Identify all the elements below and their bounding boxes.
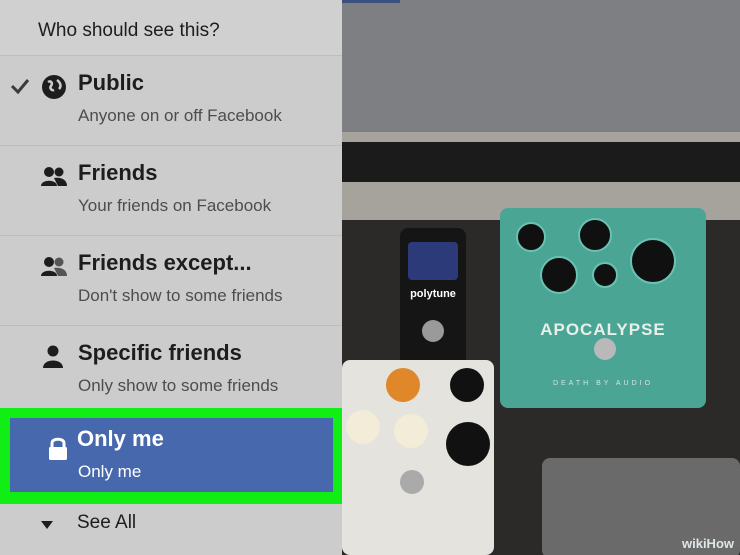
option-label: Public — [78, 70, 145, 95]
apocalypse-pedal: APOCALYPSE DEATH BY AUDIO — [500, 208, 706, 408]
globe-icon — [42, 75, 66, 99]
highlight-frame: Only me Only me — [0, 408, 342, 504]
pedal-knob — [386, 368, 420, 402]
pedal-knob — [592, 262, 618, 288]
pedal-knob — [446, 422, 490, 466]
pedal-knob — [540, 256, 578, 294]
pedal-knob — [516, 222, 546, 252]
pedal-knob — [630, 238, 676, 284]
option-label: Friends except... — [78, 250, 252, 275]
caret-down-icon — [41, 521, 53, 529]
option-description: Only me — [78, 462, 142, 481]
option-friends-except[interactable]: Friends except... Don't show to some fri… — [0, 235, 342, 325]
option-label: Friends — [78, 160, 158, 185]
option-friends[interactable]: Friends Your friends on Facebook — [0, 145, 342, 235]
see-all-button[interactable]: See All — [0, 504, 342, 555]
pedal-knob — [394, 414, 428, 448]
pedal-knob — [578, 218, 612, 252]
pedal-knob — [346, 410, 380, 444]
pedal-maker: DEATH BY AUDIO — [552, 380, 654, 387]
nav-accent — [342, 0, 400, 3]
wikihow-watermark: wikiHow — [681, 536, 734, 551]
menu-header: Who should see this? — [0, 0, 342, 55]
option-only-me[interactable]: Only me Only me — [10, 418, 333, 492]
guitar-pedals-photo: polytune APOCALYPSE DEATH BY AUDIO wikiH… — [342, 132, 740, 555]
lock-icon — [49, 437, 67, 460]
pedal-name: APOCALYPSE — [540, 320, 666, 339]
white-pedal — [342, 360, 494, 555]
menu-title: Who should see this? — [38, 20, 220, 41]
see-all-label: See All — [77, 512, 137, 533]
pedal-knob — [450, 368, 484, 402]
audience-menu: Who should see this? Public Anyone on or… — [0, 0, 342, 555]
pedal-footswitch — [400, 470, 424, 494]
option-public[interactable]: Public Anyone on or off Facebook — [0, 55, 342, 145]
tuner-screen — [408, 242, 458, 280]
pedal-footswitch — [594, 338, 616, 360]
option-label: Specific friends — [78, 340, 242, 365]
tuner-footswitch — [422, 320, 444, 342]
checkmark-icon — [10, 79, 30, 95]
tuner-pedal: polytune — [400, 228, 466, 378]
tuner-brand: polytune — [410, 288, 456, 300]
friends-except-icon — [41, 257, 67, 276]
person-icon — [43, 345, 63, 368]
friends-icon — [41, 167, 67, 186]
option-description: Your friends on Facebook — [78, 196, 272, 215]
option-label: Only me — [77, 426, 164, 451]
background-page — [342, 0, 740, 132]
option-description: Only show to some friends — [78, 376, 279, 395]
option-specific-friends[interactable]: Specific friends Only show to some frien… — [0, 325, 342, 415]
option-description: Don't show to some friends — [78, 286, 283, 305]
option-description: Anyone on or off Facebook — [78, 106, 282, 125]
photo-shelf — [342, 142, 740, 182]
